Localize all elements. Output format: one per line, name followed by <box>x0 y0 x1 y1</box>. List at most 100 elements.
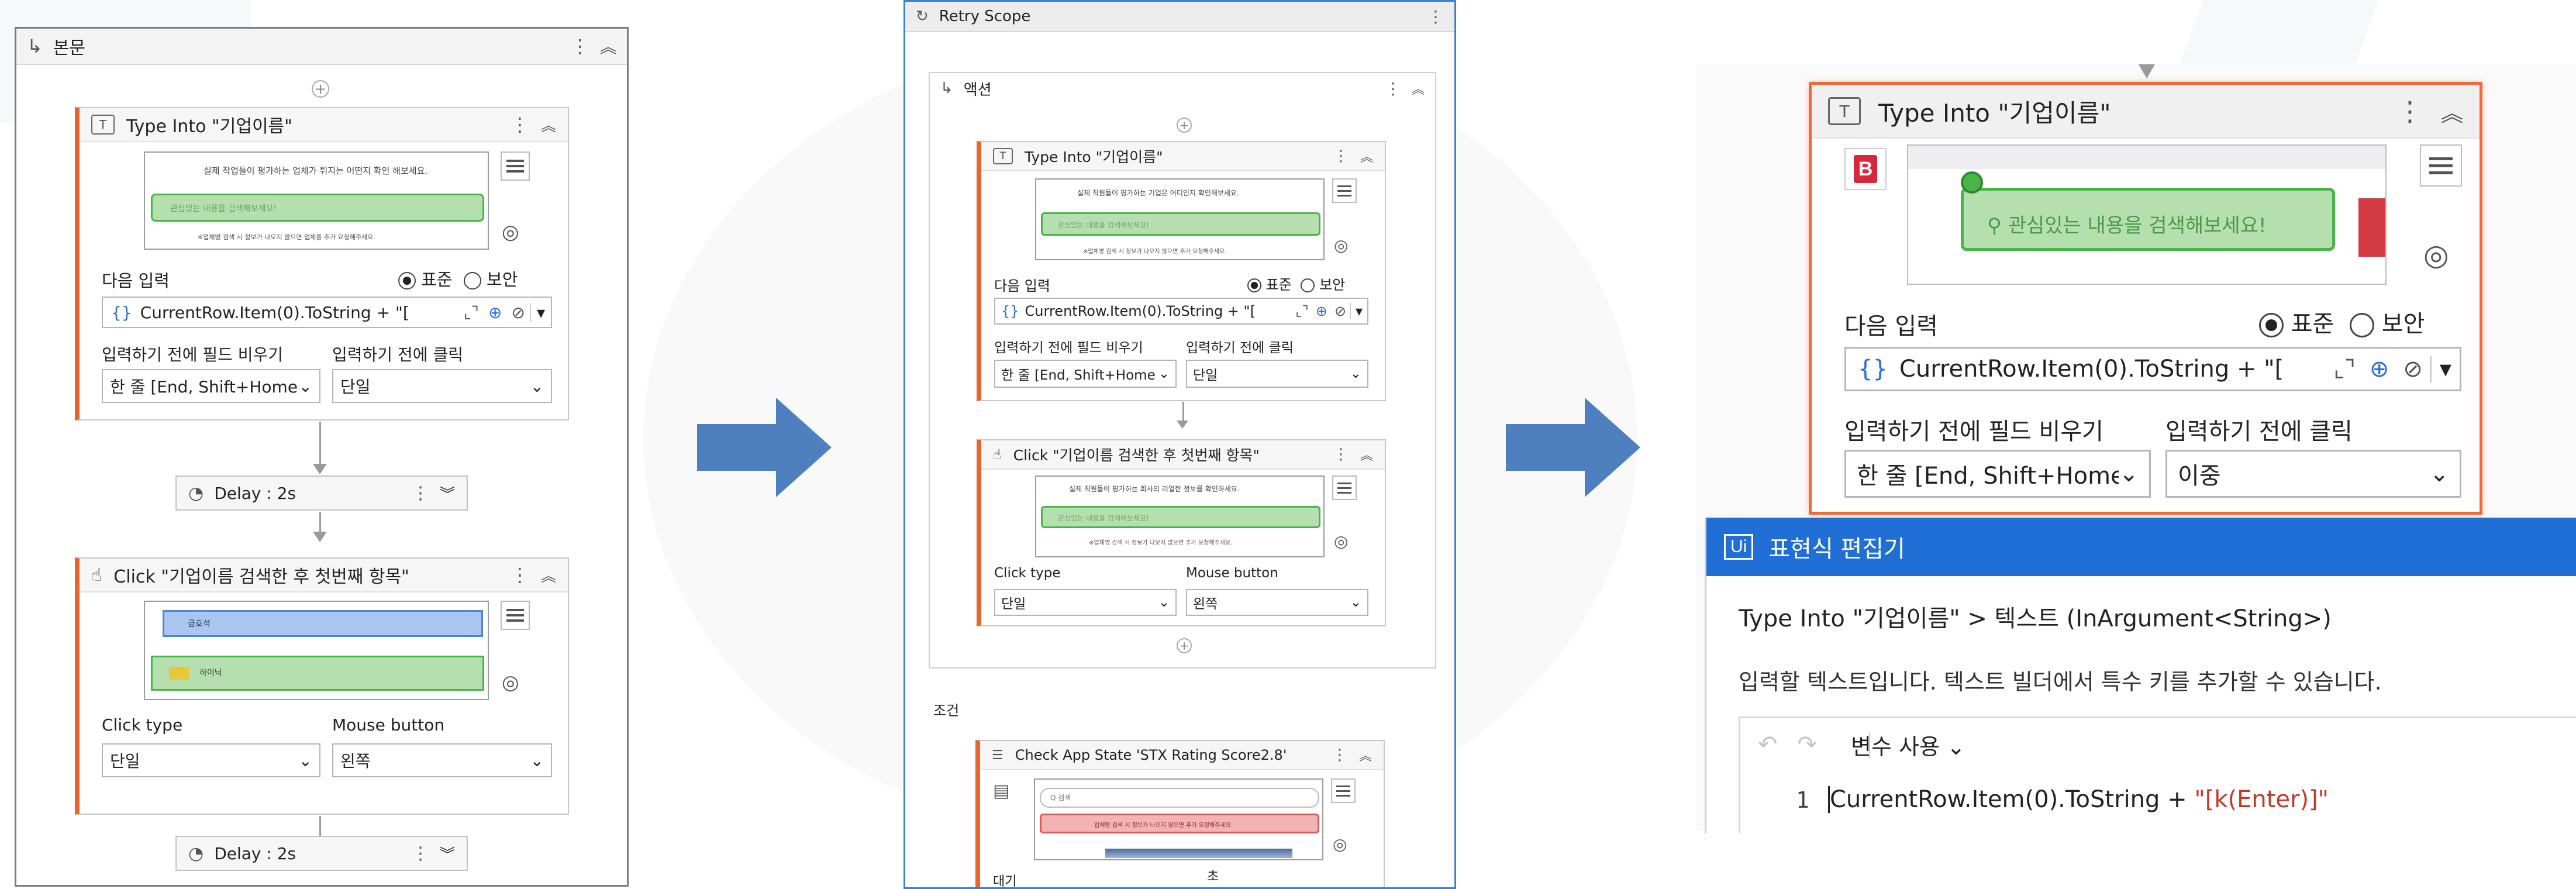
collapse-icon[interactable]: ︽ <box>600 35 616 58</box>
code-toolbar: ↶ ↷ 변수 사용 ⌄ <box>1740 718 2576 771</box>
sequence-header[interactable]: ↳ 본문 ⋮ ︽ <box>16 29 627 65</box>
collapse-icon[interactable]: ︽ <box>2441 95 2463 128</box>
retry-scope-header[interactable]: ↻ Retry Scope ⋮ <box>905 2 1454 32</box>
dropdown-arrow-icon[interactable]: ▾ <box>529 302 551 322</box>
delay-activity[interactable]: ◔ Delay : 2s ⋮ ︾ <box>175 475 468 511</box>
empty-field-select[interactable]: 한 줄 [End, Shift+Home ⌄ <box>102 369 320 403</box>
code-line[interactable]: CurrentRow.Item(0).ToString + "[k(Enter)… <box>1828 786 2329 813</box>
collapse-icon[interactable]: ︽ <box>1360 445 1373 464</box>
add-icon[interactable]: ⊕ <box>484 303 506 322</box>
expand-icon[interactable]: ⌞⌝ <box>2326 356 2363 383</box>
click-activity[interactable]: ☝ Click "기업이름 검색한 후 첫번째 항목" ⋮ ︽ 실제 직원들이 … <box>977 439 1386 626</box>
collapse-icon[interactable]: ︽ <box>1360 147 1373 166</box>
click-activity[interactable]: ☝ Click "기업이름 검색한 후 첫번째 항목" ⋮ ︽ 금호석 하이닉 … <box>75 557 569 815</box>
redo-icon[interactable]: ↷ <box>1798 731 1818 758</box>
more-options-icon[interactable]: ⋮ <box>412 843 429 864</box>
add-activity-button[interactable]: + <box>312 80 329 98</box>
radio-standard[interactable] <box>2259 313 2284 337</box>
check-app-state-header[interactable]: ☰ Check App State 'STX Rating Score2.8' … <box>980 741 1384 770</box>
delay-activity[interactable]: ◔ Delay : 2s ⋮ ︾ <box>175 836 468 871</box>
target-screenshot[interactable]: 금호석 하이닉 <box>144 601 489 700</box>
target-indicator-icon[interactable]: ◎ <box>1334 236 1348 255</box>
radio-standard[interactable] <box>1247 278 1261 292</box>
type-into-activity[interactable]: T Type Into "기업이름" ⋮ ︽ 실제 작업들이 평가하는 업체가 … <box>75 107 569 421</box>
mouse-button-select[interactable]: 왼쪽 ⌄ <box>332 743 552 777</box>
more-options-icon[interactable]: ⋮ <box>511 113 529 136</box>
collapse-icon[interactable]: ︽ <box>541 114 556 136</box>
radio-secure[interactable] <box>1301 278 1315 292</box>
click-type-select[interactable]: 단일 ⌄ <box>102 743 320 777</box>
check-app-state-activity[interactable]: ☰ Check App State 'STX Rating Score2.8' … <box>975 740 1385 887</box>
type-into-header[interactable]: T Type Into "기업이름" ⋮ ︽ <box>981 142 1385 171</box>
mouse-button-label: Mouse button <box>332 715 445 735</box>
target-indicator-icon[interactable]: ◎ <box>1333 835 1347 854</box>
menu-icon[interactable] <box>501 151 530 181</box>
text-input-field[interactable]: {} CurrentRow.Item(0).ToString + "[ ⌞⌝ ⊕… <box>102 297 552 328</box>
more-options-icon[interactable]: ⋮ <box>1333 446 1349 463</box>
type-into-header[interactable]: T Type Into "기업이름" ⋮ ︽ <box>80 108 568 142</box>
target-screenshot[interactable]: 실제 직원들이 평가하는 기업은 어디인지 확인해보세요. 관심있는 내용을 검… <box>1035 178 1325 260</box>
add-activity-button[interactable]: + <box>1177 638 1192 653</box>
empty-field-select[interactable]: 한 줄 [End, Shift+Home ⌄ <box>994 360 1177 388</box>
click-before-select[interactable]: 단일 ⌄ <box>1186 360 1368 388</box>
click-header[interactable]: ☝ Click "기업이름 검색한 후 첫번째 항목" ⋮ ︽ <box>80 559 568 592</box>
target-screenshot[interactable]: 실제 직원들이 평가하는 회사의 리얼한 정보를 확인하세요. 관심있는 내용을… <box>1035 475 1325 557</box>
check-app-state-title: Check App State 'STX Rating Score2.8' <box>1015 747 1287 763</box>
target-screenshot[interactable]: Q 검색 업체명 검색 시 정보가 나오지 않으면 추가 요청해주세요. <box>1034 778 1323 860</box>
type-into-activity[interactable]: T Type Into "기업이름" ⋮ ︽ 실제 직원들이 평가하는 기업은 … <box>977 141 1386 401</box>
empty-field-select[interactable]: 한 줄 [End, Shift+Home ⌄ <box>1844 450 2151 498</box>
menu-icon[interactable] <box>501 601 530 630</box>
expand-icon[interactable]: ⌞⌝ <box>1292 303 1312 319</box>
use-variables-button[interactable]: 변수 사용 ⌄ <box>1851 729 1965 761</box>
more-options-icon[interactable]: ⋮ <box>571 35 589 57</box>
hide-icon[interactable]: ⊘ <box>2396 356 2430 383</box>
expand-icon[interactable]: ⌞⌝ <box>459 303 484 322</box>
dropdown-arrow-icon[interactable]: ▾ <box>2429 356 2460 383</box>
code-editor[interactable]: ↶ ↷ 변수 사용 ⌄ 1 CurrentRow.Item(0).ToStrin… <box>1739 716 2576 833</box>
radio-secure[interactable] <box>463 272 481 290</box>
dropdown-arrow-icon[interactable]: ▾ <box>1349 303 1367 319</box>
more-options-icon[interactable]: ⋮ <box>1333 147 1349 165</box>
target-screenshot[interactable]: ⚲ 관심있는 내용을 검색해보세요! <box>1907 144 2387 285</box>
radio-standard[interactable] <box>398 272 416 290</box>
more-options-icon[interactable]: ⋮ <box>2396 95 2423 127</box>
more-options-icon[interactable]: ⋮ <box>1332 746 1347 764</box>
target-indicator-icon[interactable]: ◎ <box>502 220 519 244</box>
wait-unit: 초 <box>1207 870 1219 884</box>
target-screenshot[interactable]: 실제 작업들이 평가하는 업체가 튀지는 어떤지 확인 해보세요. 관심있는 내… <box>144 151 489 250</box>
type-into-header[interactable]: T Type Into "기업이름" ⋮ ︽ <box>1812 85 2480 139</box>
click-before-select[interactable]: 이중 ⌄ <box>2165 450 2461 498</box>
type-into-activity[interactable]: T Type Into "기업이름" ⋮ ︽ B ⚲ 관심있는 내용을 검색해보… <box>1809 82 2482 515</box>
menu-icon[interactable] <box>1332 475 1357 500</box>
target-indicator-icon[interactable]: ◎ <box>2423 238 2449 272</box>
collapse-icon[interactable]: ︽ <box>541 564 556 586</box>
mouse-button-select[interactable]: 왼쪽 ⌄ <box>1186 589 1368 616</box>
collapse-icon[interactable]: ︽ <box>1412 79 1425 98</box>
expand-icon[interactable]: ︾ <box>440 843 455 864</box>
menu-icon[interactable] <box>1331 778 1356 803</box>
more-options-icon[interactable]: ⋮ <box>511 564 529 586</box>
click-header[interactable]: ☝ Click "기업이름 검색한 후 첫번째 항목" ⋮ ︽ <box>981 440 1385 470</box>
radio-secure[interactable] <box>2350 313 2375 337</box>
text-input-field[interactable]: {} CurrentRow.Item(0).ToString + "[ ⌞⌝ ⊕… <box>994 298 1368 325</box>
collapse-icon[interactable]: ︽ <box>1359 746 1372 764</box>
text-input-field[interactable]: {} CurrentRow.Item(0).ToString + "[ ⌞⌝ ⊕… <box>1844 347 2461 391</box>
add-icon[interactable]: ⊕ <box>2363 356 2396 383</box>
target-indicator-icon[interactable]: ◎ <box>502 671 519 694</box>
add-icon[interactable]: ⊕ <box>1312 303 1331 319</box>
action-section-header[interactable]: ↳ 액션 ⋮ ︽ <box>930 73 1435 104</box>
target-indicator-icon[interactable]: ◎ <box>1334 532 1348 551</box>
expression-editor-titlebar[interactable]: Ui 표현식 편집기 <box>1706 518 2576 576</box>
more-options-icon[interactable]: ⋮ <box>1427 7 1444 26</box>
expand-icon[interactable]: ︾ <box>440 483 455 504</box>
menu-icon[interactable] <box>1332 178 1357 203</box>
hide-icon[interactable]: ⊘ <box>506 303 529 322</box>
undo-icon[interactable]: ↶ <box>1758 731 1778 758</box>
more-options-icon[interactable]: ⋮ <box>1385 79 1401 98</box>
menu-icon[interactable] <box>2420 144 2462 187</box>
add-activity-button[interactable]: + <box>1177 118 1192 133</box>
more-options-icon[interactable]: ⋮ <box>412 483 429 504</box>
click-before-select[interactable]: 단일 ⌄ <box>332 369 552 403</box>
click-type-select[interactable]: 단일 ⌄ <box>994 589 1177 616</box>
hide-icon[interactable]: ⊘ <box>1331 303 1350 319</box>
